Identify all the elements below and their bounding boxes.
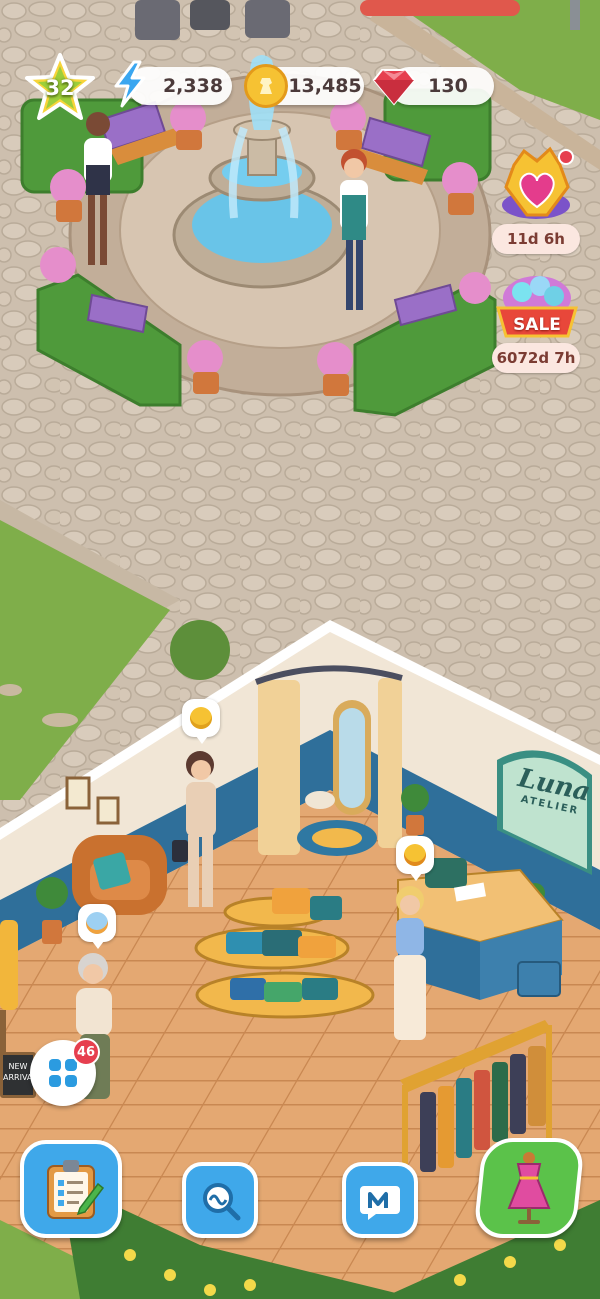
search-button[interactable] [182, 1162, 258, 1238]
wall-picture-1 [65, 776, 91, 810]
menu-notification-badge: 46 [72, 1038, 100, 1066]
customer-request-bubble-3[interactable] [78, 904, 116, 949]
mannequin-dress [0, 920, 18, 1010]
coin-icon [244, 64, 288, 108]
magnifier-icon [203, 1183, 241, 1221]
wall-picture-2 [96, 796, 120, 825]
heart-event-icon [502, 146, 574, 219]
sale-event-timer: 6072d 7h [492, 343, 580, 373]
energy-value: 2,338 [162, 75, 224, 97]
sale-label: SALE [513, 315, 561, 335]
heart-event-timer: 11d 6h [492, 224, 580, 254]
dress-request-icon [86, 912, 108, 934]
orders-button[interactable] [20, 1140, 122, 1238]
chat-m-icon [360, 1186, 400, 1220]
dress-mannequin-icon [507, 1152, 551, 1224]
message-button[interactable] [342, 1162, 418, 1238]
coin-value: 13,485 [288, 75, 362, 97]
armchair[interactable] [72, 835, 167, 915]
dress-request-icon [404, 844, 426, 866]
customer-request-bubble-1[interactable] [182, 699, 220, 744]
lightning-icon [114, 60, 146, 108]
grid-menu-icon [49, 1059, 77, 1087]
basket [517, 961, 561, 997]
sale-event-timer-text: 6072d 7h [496, 349, 576, 367]
level-badge[interactable]: 32 [24, 52, 96, 124]
gem-value: 130 [428, 75, 468, 97]
ruby-gem-icon [372, 69, 416, 106]
design-dress-button[interactable] [472, 1138, 586, 1238]
chalkboard-line-1: NEW [8, 1062, 28, 1071]
clipboard-order-icon [47, 1160, 105, 1219]
chalkboard-line-2: ARRIVALS [3, 1073, 42, 1082]
level-number: 32 [45, 76, 75, 100]
heart-event-button[interactable] [492, 145, 582, 225]
customer-request-bubble-2[interactable] [396, 836, 434, 881]
heart-event-timer-text: 11d 6h [507, 230, 565, 248]
dress-request-icon [190, 707, 212, 729]
sale-event-button[interactable]: SALE [492, 268, 582, 346]
menu-badge-count: 46 [76, 1044, 96, 1060]
